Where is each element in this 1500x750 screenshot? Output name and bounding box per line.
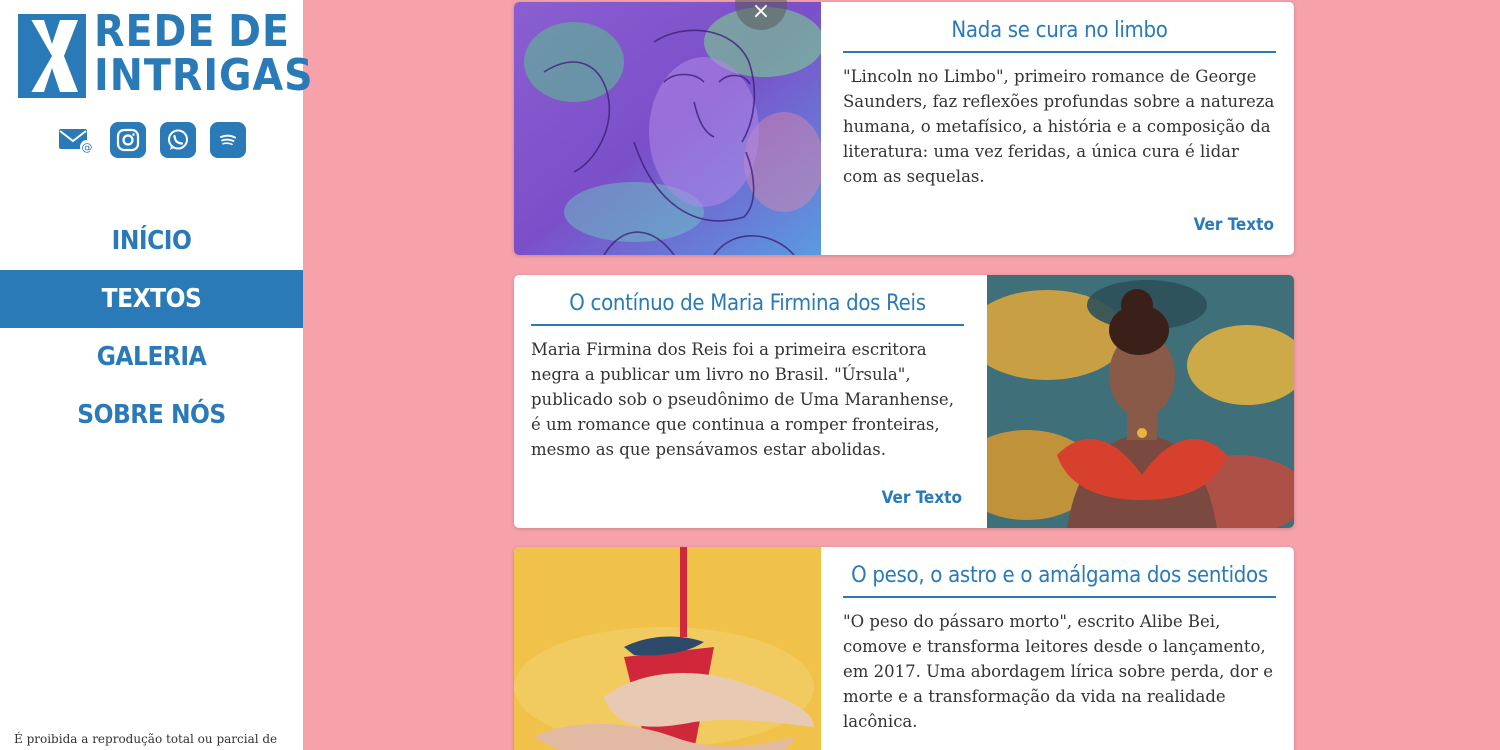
instagram-icon[interactable]	[110, 122, 146, 158]
mail-icon[interactable]: @	[58, 122, 96, 158]
social-links: @	[58, 122, 246, 158]
article-title[interactable]: O peso, o astro e o amálgama dos sentido…	[843, 547, 1276, 598]
nav-item-textos[interactable]: TEXTOS	[0, 270, 303, 328]
logo-x-icon	[18, 14, 86, 98]
article-illustration-lincoln[interactable]	[514, 2, 824, 255]
whatsapp-icon[interactable]	[160, 122, 196, 158]
article-title[interactable]: Nada se cura no limbo	[843, 2, 1276, 53]
article-illustration-maria-firmina[interactable]	[957, 275, 1294, 528]
nav-item-galeria[interactable]: GALERIA	[0, 328, 303, 386]
svg-text:@: @	[82, 141, 93, 154]
article-card: O contínuo de Maria Firmina dos Reis Mar…	[514, 275, 1294, 528]
article-summary: "Lincoln no Limbo", primeiro romance de …	[843, 67, 1275, 186]
nav-item-inicio[interactable]: INÍCIO	[0, 212, 303, 270]
ver-texto-link[interactable]: Ver Texto	[882, 488, 962, 508]
article-illustration-passaro[interactable]	[514, 547, 821, 750]
article-body: O contínuo de Maria Firmina dos Reis Mar…	[531, 275, 964, 528]
article-card: Nada se cura no limbo "Lincoln no Limbo"…	[514, 2, 1294, 255]
spotify-icon[interactable]	[210, 122, 246, 158]
site-logo[interactable]: REDE DE INTRIGAS	[18, 10, 313, 98]
article-card: O peso, o astro e o amálgama dos sentido…	[514, 547, 1294, 750]
copyright-note: É proibida a reprodução total ou parcial…	[14, 732, 278, 746]
article-summary: Maria Firmina dos Reis foi a primeira es…	[531, 340, 954, 459]
article-title[interactable]: O contínuo de Maria Firmina dos Reis	[531, 275, 964, 326]
article-body: Nada se cura no limbo "Lincoln no Limbo"…	[843, 2, 1276, 255]
nav-item-sobre-nos[interactable]: SOBRE NÓS	[0, 386, 303, 444]
sidebar: REDE DE INTRIGAS @ INÍCIO TEXTOS GALERIA…	[0, 0, 313, 750]
logo-text: REDE DE INTRIGAS	[94, 6, 314, 101]
ver-texto-link[interactable]: Ver Texto	[1194, 215, 1274, 235]
article-body: O peso, o astro e o amálgama dos sentido…	[843, 547, 1276, 750]
article-summary: "O peso do pássaro morto", escrito Alibe…	[843, 612, 1274, 731]
main-nav: INÍCIO TEXTOS GALERIA SOBRE NÓS	[0, 212, 303, 444]
